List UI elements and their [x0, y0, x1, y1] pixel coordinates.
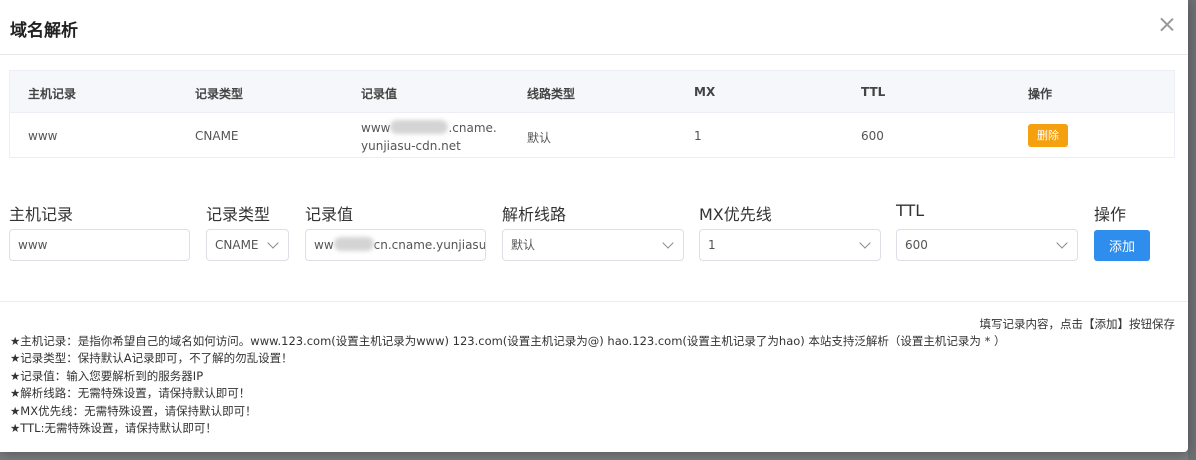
help-host: ★主机记录：是指你希望自己的域名如何访问。www.123.com(设置主机记录为…: [10, 334, 1006, 348]
line-select-value: 默认: [511, 238, 536, 252]
help-type: ★记录类型：保持默认A记录即可，不了解的勿乱设置！: [10, 351, 293, 366]
help-ttl: ★TTL:无需特殊设置，请保持默认即可！: [10, 421, 217, 436]
type-select-value: CNAME: [215, 238, 259, 252]
header-action: 操作: [1028, 87, 1053, 101]
header-type: 记录类型: [195, 87, 244, 101]
table-header-row: 主机记录 记录类型 记录值 线路类型 MX TTL 操作: [10, 71, 1174, 113]
label-value: 记录值: [305, 205, 354, 224]
header-ttl: TTL: [861, 85, 886, 99]
mx-select-value: 1: [708, 238, 716, 252]
row-value-prefix: www: [361, 121, 391, 135]
header-mx: MX: [694, 85, 716, 99]
row-ttl: 600: [861, 129, 884, 143]
value-input[interactable]: ww cn.cname.yunjiasu: [305, 229, 486, 261]
header-host: 主机记录: [28, 87, 77, 101]
table-row: www CNAME www .cname.yunjiasu-cdn.net 默认 …: [10, 112, 1174, 158]
type-select[interactable]: CNAME: [206, 229, 289, 261]
label-action: 操作: [1094, 205, 1127, 224]
redacted-blur: [333, 237, 374, 251]
chevron-down-icon: [267, 237, 279, 249]
label-line: 解析线路: [502, 205, 567, 224]
help-list: ★主机记录：是指你希望自己的域名如何访问。www.123.com(设置主机记录为…: [10, 333, 1005, 437]
dialog-title: 域名解析: [10, 21, 78, 41]
row-type: CNAME: [195, 129, 239, 143]
help-line-route: ★解析线路：无需特殊设置，请保持默认即可！: [10, 386, 251, 401]
row-line: 默认: [527, 131, 552, 145]
dns-dialog: 域名解析 主机记录 记录类型 记录值 线路类型 MX TTL 操作 www CN…: [0, 0, 1188, 452]
save-hint: 填写记录内容，点击【添加】按钮保存: [979, 317, 1176, 331]
row-mx: 1: [694, 129, 702, 143]
record-table: 主机记录 记录类型 记录值 线路类型 MX TTL 操作 www CNAME w…: [9, 70, 1175, 158]
label-mx: MX优先线: [699, 205, 772, 224]
header-value: 记录值: [361, 87, 398, 101]
background-overlay: [1188, 0, 1196, 460]
chevron-down-icon: [662, 237, 674, 249]
dialog-header: 域名解析: [0, 0, 1188, 55]
label-type: 记录类型: [206, 205, 271, 224]
line-select[interactable]: 默认: [502, 229, 684, 261]
add-button[interactable]: 添加: [1094, 230, 1150, 261]
chevron-down-icon: [859, 237, 871, 249]
redacted-blur: [390, 120, 449, 134]
help-mx: ★MX优先线：无需特殊设置，请保持默认即可！: [10, 403, 257, 418]
row-host: www: [28, 129, 58, 143]
header-line: 线路类型: [527, 87, 576, 101]
ttl-select-value: 600: [905, 238, 928, 252]
close-icon[interactable]: [1156, 14, 1178, 36]
ttl-select[interactable]: 600: [896, 229, 1078, 261]
value-input-prefix: ww: [314, 238, 334, 252]
label-host: 主机记录: [9, 205, 74, 224]
divider: [0, 301, 1188, 302]
label-ttl: TTL: [896, 201, 925, 220]
value-input-suffix: cn.cname.yunjiasu: [373, 238, 486, 252]
help-value: ★记录值：输入您要解析到的服务器IP: [10, 368, 204, 383]
delete-button[interactable]: 删除: [1028, 124, 1068, 147]
row-value: www .cname.yunjiasu-cdn.net: [361, 119, 501, 155]
host-input[interactable]: www: [9, 229, 190, 261]
mx-select[interactable]: 1: [699, 229, 881, 261]
chevron-down-icon: [1056, 237, 1068, 249]
